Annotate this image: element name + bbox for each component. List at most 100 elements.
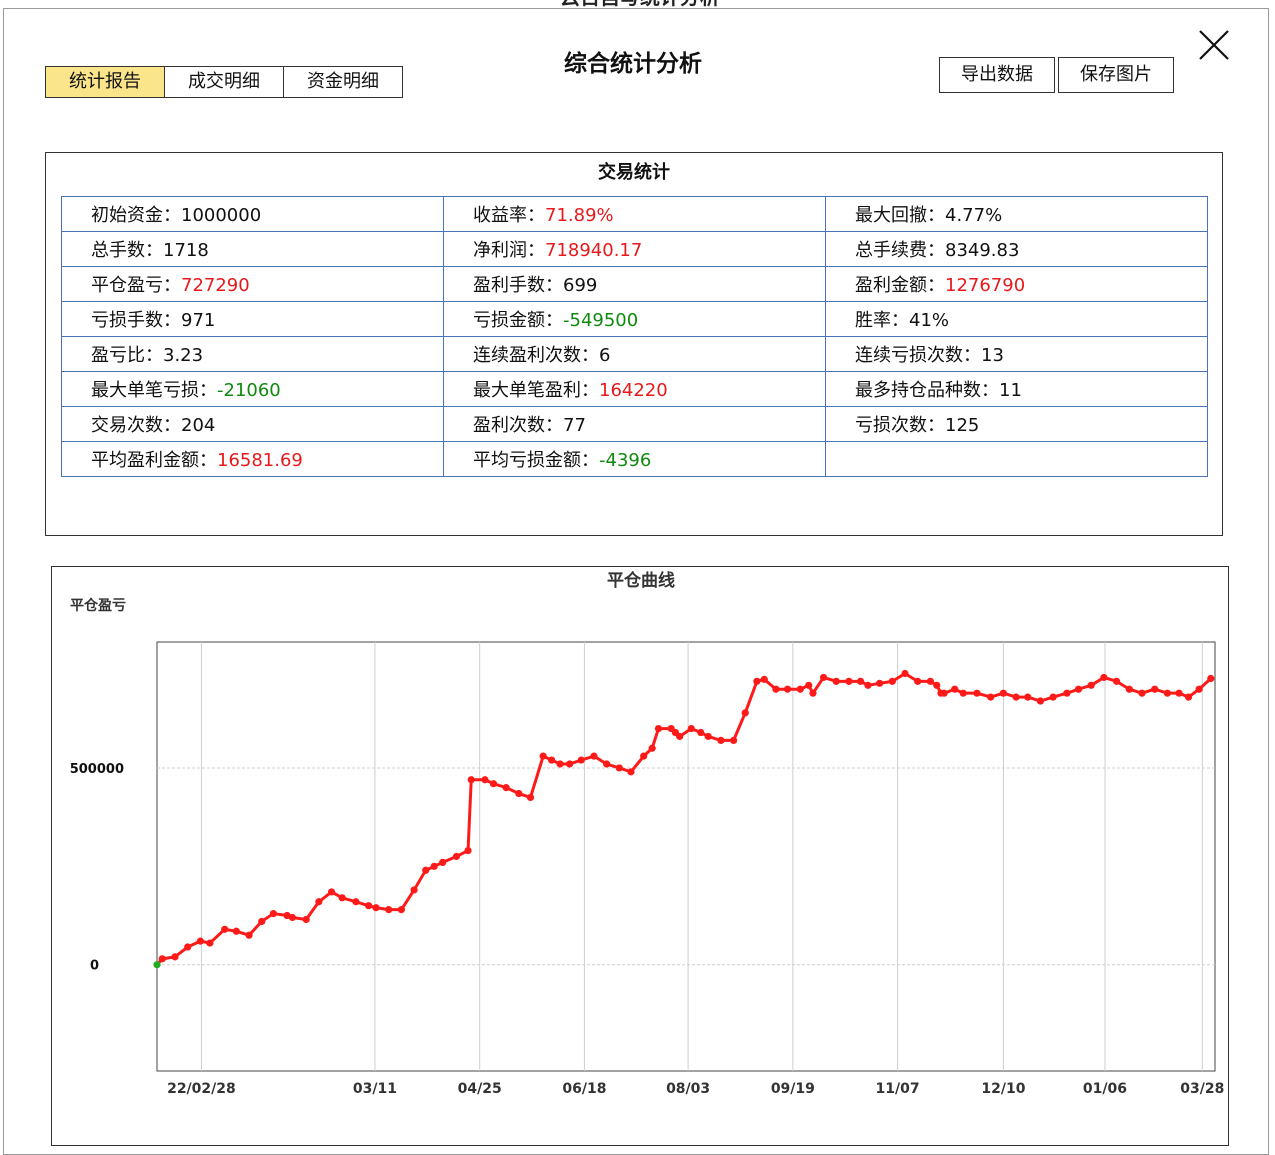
y-axis-label: 平仓盈亏 (70, 597, 126, 614)
stats-cell: 连续亏损次数：13 (825, 336, 1208, 372)
stats-value: 4.77% (945, 205, 1003, 226)
stats-cell: 盈亏比：3.23 (61, 336, 444, 372)
stats-cell: 胜率：41% (825, 301, 1208, 337)
series-point (548, 756, 556, 764)
stats-label: 亏损金额： (473, 310, 563, 331)
chart-title: 平仓曲线 (607, 570, 675, 591)
series-point (1036, 697, 1045, 705)
stats-label: 最大回撤： (855, 205, 945, 226)
series-point (704, 732, 712, 741)
stats-cell: 最多持仓品种数：11 (825, 371, 1208, 407)
x-tick-label: 11/07 (876, 1081, 920, 1097)
tab-stats-report[interactable]: 统计报告 (45, 66, 165, 98)
stats-value: 6 (599, 345, 611, 366)
series-point (951, 685, 959, 693)
stats-cell: 最大单笔盈利：164220 (443, 371, 826, 407)
stats-label: 初始资金： (91, 205, 181, 226)
tab-fund-details[interactable]: 资金明细 (283, 66, 403, 98)
stats-label: 平均盈利金额： (91, 450, 217, 471)
series-point (717, 736, 725, 744)
x-tick-label: 22/02/28 (167, 1081, 236, 1097)
series-point (1184, 693, 1193, 701)
stats-value: 41% (909, 310, 950, 331)
series-point (796, 685, 804, 693)
stats-row: 最大单笔亏损：-21060 最大单笔盈利：164220 最多持仓品种数：11 (61, 371, 1208, 407)
series-point (196, 937, 204, 945)
dialog-title: 综合统计分析 (564, 51, 702, 77)
series-point (730, 736, 738, 744)
stats-label: 盈利次数： (473, 415, 563, 436)
stats-cell (825, 441, 1208, 477)
series-point (577, 756, 585, 764)
stats-cell: 亏损金额：-549500 (443, 301, 826, 337)
series-point (640, 752, 648, 760)
plot-area (156, 641, 1216, 1072)
series-point (539, 752, 547, 760)
stats-cell: 净利润：718940.17 (443, 231, 826, 267)
stats-label: 盈亏比： (91, 345, 163, 366)
close-icon[interactable] (1197, 28, 1231, 62)
series-point (410, 886, 418, 894)
stats-cell: 交易次数：204 (61, 406, 444, 442)
stats-cell: 总手数：1718 (61, 231, 444, 267)
stats-label: 交易次数： (91, 415, 181, 436)
series-point (315, 898, 323, 906)
stats-value: 699 (563, 275, 598, 296)
stats-value: 71.89% (545, 205, 614, 226)
series-point (1063, 689, 1071, 697)
tab-trade-details[interactable]: 成交明细 (164, 66, 284, 98)
series-point (687, 724, 695, 733)
series-point (221, 925, 229, 933)
series-point (556, 760, 564, 768)
series-point (327, 888, 336, 896)
stats-label: 最大单笔亏损： (91, 380, 217, 401)
chart-canvas: 平仓曲线平仓盈亏 22/02/28 03/11 04/25 06/18 08/03 09/1… (70, 570, 1225, 1097)
series-point (648, 744, 656, 752)
series-point (338, 894, 346, 902)
series-point (627, 768, 635, 776)
stats-value: 16581.69 (217, 450, 303, 471)
stats-label: 最多持仓品种数： (855, 380, 999, 401)
stats-value: 8349.83 (945, 240, 1020, 261)
stats-row: 交易次数：204 盈利次数：77 亏损次数：125 (61, 406, 1208, 442)
series-point (288, 913, 297, 922)
series-point (439, 858, 447, 867)
series-point (171, 953, 179, 961)
trade-statistics-panel: 交易统计 初始资金：1000000 收益率：71.89% 最大回撤：4.77% 总手数… (45, 152, 1223, 536)
stats-label: 亏损次数： (855, 415, 945, 436)
series-point (760, 675, 768, 683)
stats-label: 连续亏损次数： (855, 345, 981, 366)
series-point (481, 776, 489, 784)
series-point (515, 789, 523, 798)
series-point (864, 681, 872, 689)
series-point (832, 677, 840, 685)
series-point (526, 793, 535, 802)
stats-label: 盈利金额： (855, 275, 945, 296)
stats-cell: 盈利手数：699 (443, 266, 826, 302)
series-point (741, 709, 749, 717)
stats-label: 净利润： (473, 240, 545, 261)
stats-value: -21060 (217, 380, 281, 401)
series-point (502, 784, 510, 792)
stats-cell: 盈利金额：1276790 (825, 266, 1208, 302)
series-point (422, 866, 430, 874)
series-point (809, 689, 817, 697)
stats-value: 1276790 (945, 275, 1026, 296)
series-point (1100, 673, 1108, 682)
stats-row: 总手数：1718 净利润：718940.17 总手续费：8349.83 (61, 231, 1208, 267)
series-point (1049, 693, 1057, 701)
x-tick-label: 12/10 (981, 1081, 1025, 1097)
y-tick-label: 0 (90, 959, 99, 974)
stats-row: 平仓盈亏：727290 盈利手数：699 盈利金额：1276790 (61, 266, 1208, 302)
series-point (1024, 693, 1032, 701)
save-image-button[interactable]: 保存图片 (1058, 57, 1174, 93)
export-data-button[interactable]: 导出数据 (939, 57, 1055, 93)
x-tick-label: 09/19 (771, 1081, 815, 1097)
series-point (1074, 685, 1083, 693)
series-point (697, 728, 705, 737)
series-point (987, 693, 995, 701)
stats-row: 盈亏比：3.23 连续盈利次数：6 连续亏损次数：13 (61, 336, 1208, 372)
series-point (783, 685, 792, 693)
series-point (566, 760, 574, 768)
background-window-title: 云百自写统计分析 (520, 0, 760, 8)
